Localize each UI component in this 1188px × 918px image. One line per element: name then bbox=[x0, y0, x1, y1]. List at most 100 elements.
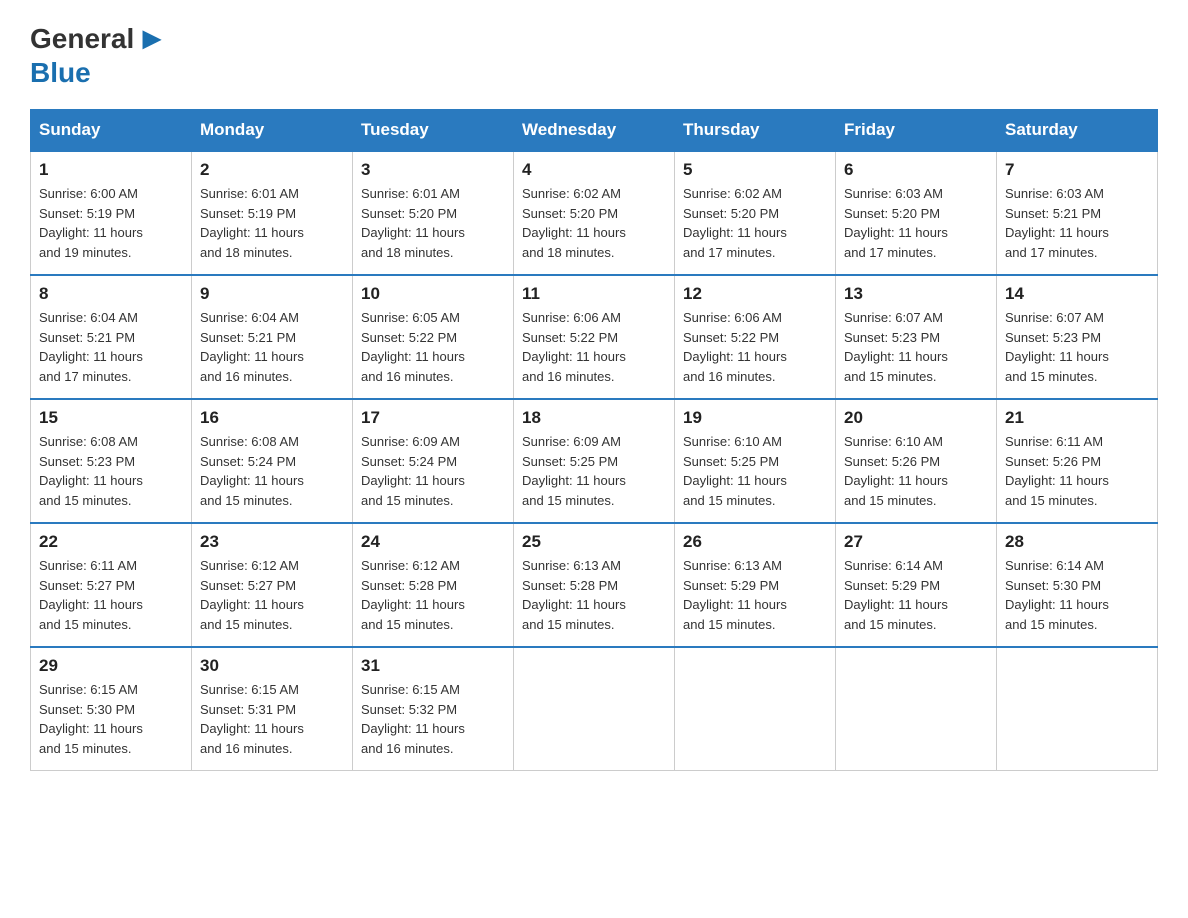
day-number: 7 bbox=[1005, 160, 1149, 180]
day-number: 16 bbox=[200, 408, 344, 428]
day-number: 10 bbox=[361, 284, 505, 304]
day-number: 28 bbox=[1005, 532, 1149, 552]
day-info: Sunrise: 6:08 AMSunset: 5:23 PMDaylight:… bbox=[39, 434, 143, 508]
header-cell-monday: Monday bbox=[192, 110, 353, 152]
day-info: Sunrise: 6:07 AMSunset: 5:23 PMDaylight:… bbox=[1005, 310, 1109, 384]
day-info: Sunrise: 6:14 AMSunset: 5:30 PMDaylight:… bbox=[1005, 558, 1109, 632]
day-info: Sunrise: 6:11 AMSunset: 5:27 PMDaylight:… bbox=[39, 558, 143, 632]
day-info: Sunrise: 6:15 AMSunset: 5:32 PMDaylight:… bbox=[361, 682, 465, 756]
day-info: Sunrise: 6:13 AMSunset: 5:28 PMDaylight:… bbox=[522, 558, 626, 632]
day-number: 13 bbox=[844, 284, 988, 304]
day-info: Sunrise: 6:07 AMSunset: 5:23 PMDaylight:… bbox=[844, 310, 948, 384]
day-cell: 4 Sunrise: 6:02 AMSunset: 5:20 PMDayligh… bbox=[514, 151, 675, 275]
day-number: 2 bbox=[200, 160, 344, 180]
day-number: 26 bbox=[683, 532, 827, 552]
day-number: 14 bbox=[1005, 284, 1149, 304]
day-info: Sunrise: 6:12 AMSunset: 5:28 PMDaylight:… bbox=[361, 558, 465, 632]
day-cell: 11 Sunrise: 6:06 AMSunset: 5:22 PMDaylig… bbox=[514, 275, 675, 399]
day-cell: 6 Sunrise: 6:03 AMSunset: 5:20 PMDayligh… bbox=[836, 151, 997, 275]
day-cell: 2 Sunrise: 6:01 AMSunset: 5:19 PMDayligh… bbox=[192, 151, 353, 275]
day-info: Sunrise: 6:05 AMSunset: 5:22 PMDaylight:… bbox=[361, 310, 465, 384]
day-info: Sunrise: 6:06 AMSunset: 5:22 PMDaylight:… bbox=[683, 310, 787, 384]
day-cell: 16 Sunrise: 6:08 AMSunset: 5:24 PMDaylig… bbox=[192, 399, 353, 523]
day-cell: 30 Sunrise: 6:15 AMSunset: 5:31 PMDaylig… bbox=[192, 647, 353, 771]
day-number: 1 bbox=[39, 160, 183, 180]
header-cell-saturday: Saturday bbox=[997, 110, 1158, 152]
day-number: 11 bbox=[522, 284, 666, 304]
day-info: Sunrise: 6:01 AMSunset: 5:20 PMDaylight:… bbox=[361, 186, 465, 260]
day-info: Sunrise: 6:06 AMSunset: 5:22 PMDaylight:… bbox=[522, 310, 626, 384]
day-info: Sunrise: 6:13 AMSunset: 5:29 PMDaylight:… bbox=[683, 558, 787, 632]
day-info: Sunrise: 6:10 AMSunset: 5:26 PMDaylight:… bbox=[844, 434, 948, 508]
day-number: 19 bbox=[683, 408, 827, 428]
day-cell: 29 Sunrise: 6:15 AMSunset: 5:30 PMDaylig… bbox=[31, 647, 192, 771]
day-cell: 23 Sunrise: 6:12 AMSunset: 5:27 PMDaylig… bbox=[192, 523, 353, 647]
day-info: Sunrise: 6:03 AMSunset: 5:21 PMDaylight:… bbox=[1005, 186, 1109, 260]
day-number: 20 bbox=[844, 408, 988, 428]
week-row-5: 29 Sunrise: 6:15 AMSunset: 5:30 PMDaylig… bbox=[31, 647, 1158, 771]
day-cell: 8 Sunrise: 6:04 AMSunset: 5:21 PMDayligh… bbox=[31, 275, 192, 399]
calendar-header: SundayMondayTuesdayWednesdayThursdayFrid… bbox=[31, 110, 1158, 152]
day-cell: 15 Sunrise: 6:08 AMSunset: 5:23 PMDaylig… bbox=[31, 399, 192, 523]
header-cell-friday: Friday bbox=[836, 110, 997, 152]
day-cell: 21 Sunrise: 6:11 AMSunset: 5:26 PMDaylig… bbox=[997, 399, 1158, 523]
page-header: General ► Blue bbox=[30, 20, 1158, 89]
day-info: Sunrise: 6:04 AMSunset: 5:21 PMDaylight:… bbox=[39, 310, 143, 384]
day-cell: 12 Sunrise: 6:06 AMSunset: 5:22 PMDaylig… bbox=[675, 275, 836, 399]
week-row-2: 8 Sunrise: 6:04 AMSunset: 5:21 PMDayligh… bbox=[31, 275, 1158, 399]
week-row-1: 1 Sunrise: 6:00 AMSunset: 5:19 PMDayligh… bbox=[31, 151, 1158, 275]
header-cell-sunday: Sunday bbox=[31, 110, 192, 152]
day-cell bbox=[997, 647, 1158, 771]
day-number: 17 bbox=[361, 408, 505, 428]
day-cell bbox=[836, 647, 997, 771]
day-cell: 10 Sunrise: 6:05 AMSunset: 5:22 PMDaylig… bbox=[353, 275, 514, 399]
day-number: 30 bbox=[200, 656, 344, 676]
day-number: 23 bbox=[200, 532, 344, 552]
day-number: 3 bbox=[361, 160, 505, 180]
day-info: Sunrise: 6:08 AMSunset: 5:24 PMDaylight:… bbox=[200, 434, 304, 508]
day-number: 22 bbox=[39, 532, 183, 552]
day-info: Sunrise: 6:02 AMSunset: 5:20 PMDaylight:… bbox=[522, 186, 626, 260]
day-cell: 19 Sunrise: 6:10 AMSunset: 5:25 PMDaylig… bbox=[675, 399, 836, 523]
logo-arrow-icon: ► bbox=[136, 20, 168, 57]
day-number: 31 bbox=[361, 656, 505, 676]
header-cell-tuesday: Tuesday bbox=[353, 110, 514, 152]
day-number: 4 bbox=[522, 160, 666, 180]
header-cell-wednesday: Wednesday bbox=[514, 110, 675, 152]
day-info: Sunrise: 6:03 AMSunset: 5:20 PMDaylight:… bbox=[844, 186, 948, 260]
day-cell: 31 Sunrise: 6:15 AMSunset: 5:32 PMDaylig… bbox=[353, 647, 514, 771]
day-info: Sunrise: 6:15 AMSunset: 5:30 PMDaylight:… bbox=[39, 682, 143, 756]
day-number: 15 bbox=[39, 408, 183, 428]
day-cell: 20 Sunrise: 6:10 AMSunset: 5:26 PMDaylig… bbox=[836, 399, 997, 523]
day-info: Sunrise: 6:04 AMSunset: 5:21 PMDaylight:… bbox=[200, 310, 304, 384]
day-info: Sunrise: 6:10 AMSunset: 5:25 PMDaylight:… bbox=[683, 434, 787, 508]
day-cell: 22 Sunrise: 6:11 AMSunset: 5:27 PMDaylig… bbox=[31, 523, 192, 647]
day-number: 25 bbox=[522, 532, 666, 552]
day-number: 24 bbox=[361, 532, 505, 552]
day-info: Sunrise: 6:11 AMSunset: 5:26 PMDaylight:… bbox=[1005, 434, 1109, 508]
day-cell: 24 Sunrise: 6:12 AMSunset: 5:28 PMDaylig… bbox=[353, 523, 514, 647]
day-number: 21 bbox=[1005, 408, 1149, 428]
day-info: Sunrise: 6:12 AMSunset: 5:27 PMDaylight:… bbox=[200, 558, 304, 632]
day-number: 6 bbox=[844, 160, 988, 180]
day-cell: 18 Sunrise: 6:09 AMSunset: 5:25 PMDaylig… bbox=[514, 399, 675, 523]
day-number: 27 bbox=[844, 532, 988, 552]
day-info: Sunrise: 6:09 AMSunset: 5:25 PMDaylight:… bbox=[522, 434, 626, 508]
day-cell: 26 Sunrise: 6:13 AMSunset: 5:29 PMDaylig… bbox=[675, 523, 836, 647]
day-number: 18 bbox=[522, 408, 666, 428]
logo-general-text: General bbox=[30, 23, 134, 55]
day-cell: 7 Sunrise: 6:03 AMSunset: 5:21 PMDayligh… bbox=[997, 151, 1158, 275]
logo-blue-text: Blue bbox=[30, 57, 91, 89]
day-number: 12 bbox=[683, 284, 827, 304]
day-info: Sunrise: 6:02 AMSunset: 5:20 PMDaylight:… bbox=[683, 186, 787, 260]
day-info: Sunrise: 6:09 AMSunset: 5:24 PMDaylight:… bbox=[361, 434, 465, 508]
day-number: 8 bbox=[39, 284, 183, 304]
day-cell: 14 Sunrise: 6:07 AMSunset: 5:23 PMDaylig… bbox=[997, 275, 1158, 399]
day-number: 9 bbox=[200, 284, 344, 304]
calendar-body: 1 Sunrise: 6:00 AMSunset: 5:19 PMDayligh… bbox=[31, 151, 1158, 771]
day-info: Sunrise: 6:14 AMSunset: 5:29 PMDaylight:… bbox=[844, 558, 948, 632]
logo: General ► Blue bbox=[30, 20, 170, 89]
day-number: 29 bbox=[39, 656, 183, 676]
day-cell: 1 Sunrise: 6:00 AMSunset: 5:19 PMDayligh… bbox=[31, 151, 192, 275]
day-cell: 3 Sunrise: 6:01 AMSunset: 5:20 PMDayligh… bbox=[353, 151, 514, 275]
